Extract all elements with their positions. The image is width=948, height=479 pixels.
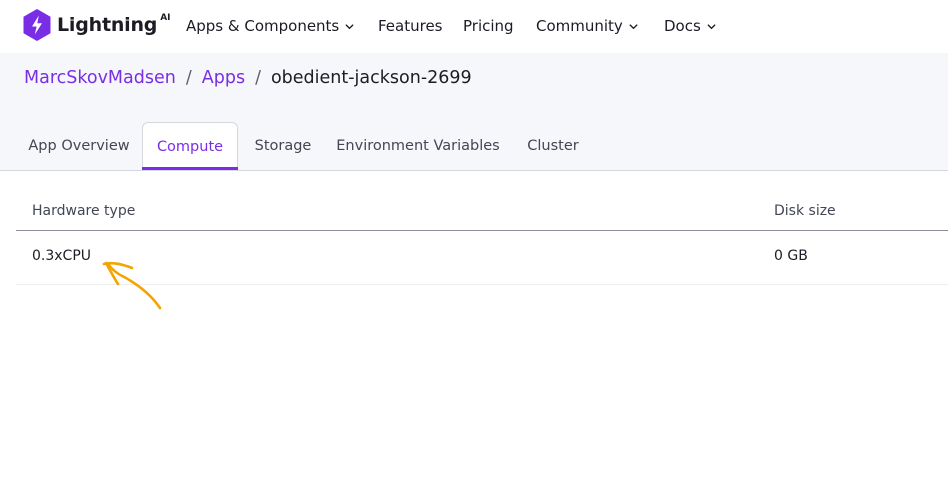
tab-storage[interactable]: Storage (240, 122, 326, 170)
breadcrumb-separator: / (255, 68, 261, 88)
breadcrumb-current-app: obedient-jackson-2699 (270, 68, 472, 88)
column-header-hardware-type: Hardware type (32, 203, 136, 219)
nav-item-label: Community (536, 17, 623, 35)
tab-environment-variables[interactable]: Environment Variables (330, 122, 506, 170)
nav-apps-components[interactable]: Apps & Components (186, 16, 355, 36)
nav-item-label: Features (378, 17, 443, 35)
breadcrumb-apps-link[interactable]: Apps (202, 68, 245, 88)
brand-suffix: AI (160, 13, 171, 23)
tab-app-overview[interactable]: App Overview (16, 122, 142, 170)
top-navbar: Lightning AI Apps & Components Features … (0, 0, 948, 52)
chevron-down-icon (707, 23, 716, 29)
nav-pricing[interactable]: Pricing (463, 16, 514, 36)
hand-drawn-arrow-icon (102, 261, 162, 310)
brand-name: Lightning (57, 14, 158, 36)
nav-docs[interactable]: Docs (664, 16, 717, 36)
nav-item-label: Docs (664, 17, 701, 35)
breadcrumb-user-link[interactable]: MarcSkovMadsen (24, 68, 176, 88)
tab-label: Storage (254, 138, 312, 154)
tabs-divider (0, 170, 948, 171)
nav-item-label: Apps & Components (186, 17, 340, 35)
cell-disk-size: 0 GB (774, 248, 808, 264)
nav-features[interactable]: Features (378, 16, 443, 36)
lightning-bolt-icon (23, 9, 51, 41)
nav-item-label: Pricing (463, 17, 514, 35)
tab-label: Environment Variables (336, 138, 500, 154)
breadcrumb-separator: / (185, 68, 192, 88)
lightning-logo[interactable]: Lightning AI (22, 8, 171, 42)
chevron-down-icon (629, 23, 638, 29)
chevron-down-icon (345, 23, 354, 29)
column-header-disk-size: Disk size (774, 203, 836, 219)
tab-label: App Overview (28, 138, 130, 154)
tab-label: Cluster (527, 138, 579, 154)
tab-compute[interactable]: Compute (142, 122, 238, 170)
tab-cluster[interactable]: Cluster (512, 122, 594, 170)
breadcrumb: MarcSkovMadsen / Apps / obedient-jackson… (24, 66, 472, 90)
cell-hardware-type: 0.3xCPU (32, 248, 92, 264)
table-header-divider (16, 230, 948, 231)
nav-community[interactable]: Community (536, 16, 639, 36)
tab-label: Compute (156, 138, 224, 155)
